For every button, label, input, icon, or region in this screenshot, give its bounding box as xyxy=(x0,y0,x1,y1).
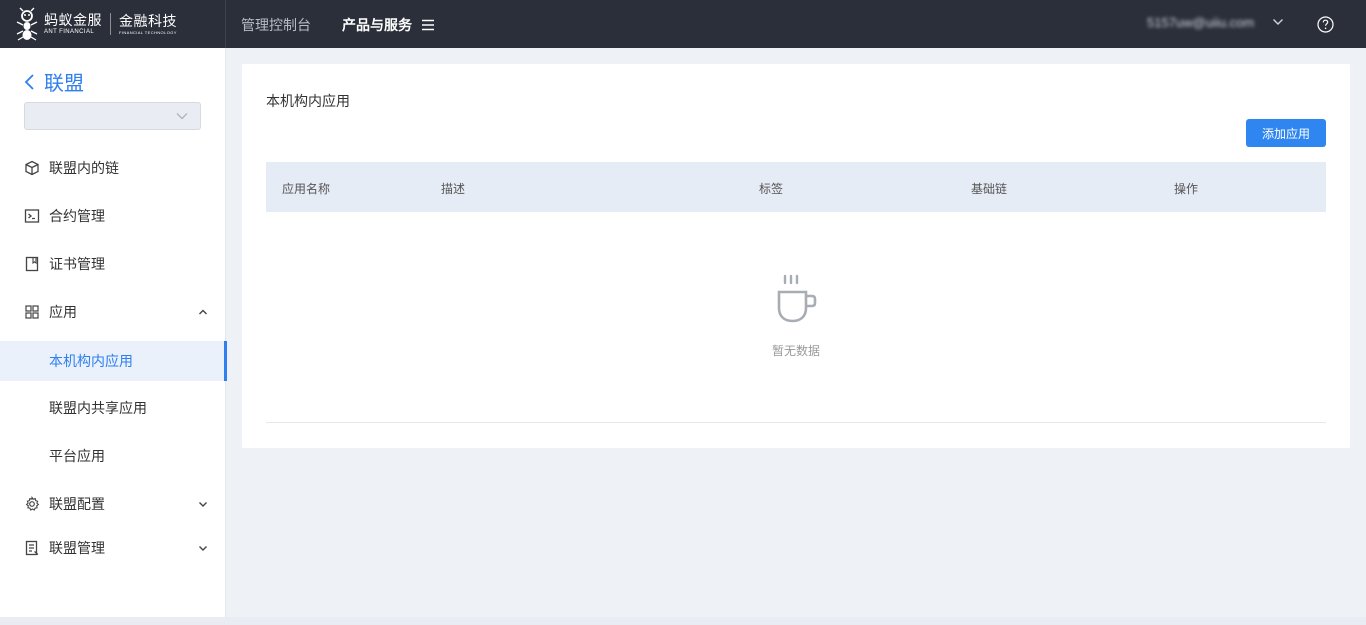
terminal-icon xyxy=(24,209,40,223)
alliance-select[interactable] xyxy=(24,102,201,130)
nav-console-link[interactable]: 管理控制台 xyxy=(241,15,311,35)
sidebar-item-platform-apps[interactable]: 平台应用 xyxy=(0,436,226,476)
chevron-down-icon xyxy=(199,502,207,507)
table-header: 应用名称 描述 标签 基础链 操作 xyxy=(266,162,1326,212)
sidebar-item-label: 合约管理 xyxy=(49,208,105,224)
logo2-cn-text: 金融科技 xyxy=(119,12,177,29)
grid-icon xyxy=(25,305,39,319)
logo2-en-text: FINANCIAL TECHNOLOGY xyxy=(119,29,177,35)
sidebar-item-label: 联盟管理 xyxy=(49,540,105,556)
bottom-strip xyxy=(0,617,1366,625)
sidebar-item-label: 联盟配置 xyxy=(49,496,105,512)
ant-logo-icon xyxy=(16,7,38,41)
chevron-down-icon xyxy=(176,113,188,120)
doc-list-icon xyxy=(25,540,39,556)
empty-state: 暂无数据 xyxy=(266,212,1326,423)
sidebar-item-label: 应用 xyxy=(49,304,77,320)
bookmark-icon xyxy=(25,256,39,272)
sidebar-item-shared-apps[interactable]: 联盟内共享应用 xyxy=(0,388,226,428)
back-to-alliance[interactable]: 联盟 xyxy=(24,67,84,96)
sidebar-item-local-apps[interactable]: 本机构内应用 xyxy=(0,341,227,381)
top-bar: 蚂蚁金服 ANT FINANCIAL 金融科技 FINANCIAL TECHNO… xyxy=(0,0,1366,48)
column-header-tags[interactable]: 标签 xyxy=(759,180,783,197)
nav-products-label: 产品与服务 xyxy=(342,17,412,33)
cube-icon xyxy=(25,160,39,176)
column-header-actions: 操作 xyxy=(1174,182,1199,196)
logo-divider xyxy=(110,13,111,35)
hamburger-menu-icon xyxy=(422,19,434,31)
sidebar-item-label: 联盟内的链 xyxy=(49,160,119,176)
sidebar: 联盟 联盟内的链 合约管理 证书管理 应用 本机构内应用 联盟内共享应用 平台应… xyxy=(0,48,227,617)
sidebar-item-applications[interactable]: 应用 xyxy=(0,292,226,332)
sidebar-item-certificates[interactable]: 证书管理 xyxy=(0,244,226,284)
sidebar-item-label: 联盟内共享应用 xyxy=(49,400,147,416)
chevron-down-icon[interactable] xyxy=(1272,16,1284,28)
applications-card: 本机构内应用 添加应用 应用名称 描述 标签 基础链 操作 暂无数据 xyxy=(242,64,1350,448)
sidebar-item-chains[interactable]: 联盟内的链 xyxy=(0,148,226,188)
logo-cn-text: 蚂蚁金服 xyxy=(44,12,102,28)
sidebar-item-label: 本机构内应用 xyxy=(49,353,133,369)
sidebar-item-alliance-config[interactable]: 联盟配置 xyxy=(0,484,226,524)
chevron-down-icon xyxy=(199,546,207,551)
coffee-cup-icon xyxy=(777,274,817,323)
sidebar-item-alliance-management[interactable]: 联盟管理 xyxy=(0,528,226,568)
help-icon[interactable] xyxy=(1317,16,1334,33)
chevron-up-icon xyxy=(199,309,207,315)
add-application-button[interactable]: 添加应用 xyxy=(1246,119,1326,147)
nav-products-menu[interactable]: 产品与服务 xyxy=(342,15,434,35)
topbar-divider xyxy=(225,0,226,48)
page-title: 本机构内应用 xyxy=(266,93,350,109)
empty-state-text: 暂无数据 xyxy=(771,344,820,358)
column-header-app-name[interactable]: 应用名称 xyxy=(282,180,330,197)
chevron-left-icon xyxy=(24,73,34,90)
ant-financial-logo[interactable]: 蚂蚁金服 ANT FINANCIAL 金融科技 FINANCIAL TECHNO… xyxy=(14,6,214,42)
gear-icon xyxy=(25,496,40,511)
sidebar-item-label: 证书管理 xyxy=(49,256,105,272)
back-label: 联盟 xyxy=(44,73,84,95)
column-header-base-chain[interactable]: 基础链 xyxy=(971,180,1007,197)
logo-en-text: ANT FINANCIAL xyxy=(44,29,95,35)
column-header-description[interactable]: 描述 xyxy=(441,180,465,197)
sidebar-item-label: 平台应用 xyxy=(49,448,105,464)
sidebar-item-contracts[interactable]: 合约管理 xyxy=(0,196,226,236)
user-account-name[interactable]: 5157uw@uiiu.com xyxy=(1147,15,1254,30)
